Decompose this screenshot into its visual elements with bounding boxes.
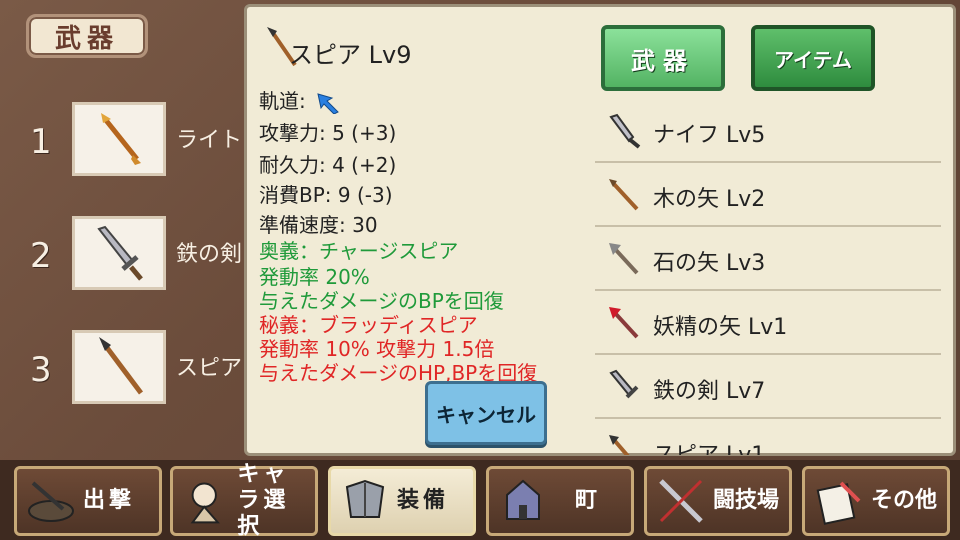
nav-arena[interactable]: 闘技場 — [644, 466, 792, 536]
list-item-name: 木の矢 Lv2 — [653, 187, 766, 212]
screen-title: 武器 — [26, 14, 148, 58]
sword-icon — [609, 369, 639, 399]
stat-prep-speed: 準備速度: 30 — [259, 213, 378, 237]
arrow-icon — [101, 113, 141, 165]
misc-icon — [816, 481, 861, 525]
armor-icon — [345, 479, 385, 518]
town-icon — [506, 479, 540, 520]
knife-icon — [609, 113, 641, 149]
list-item[interactable]: 石の矢 Lv3 — [595, 227, 941, 291]
weapon-name: スピア Lv9 — [289, 41, 412, 69]
trajectory-row: 軌道: — [259, 85, 340, 115]
bottom-navigation: 出撃 キャラ選択 装備 町 闘技場 その他 — [0, 460, 960, 540]
equipment-panel: スピア Lv9 軌道: 攻撃力: 5 (+3) 耐久力: 4 (+2) 消費BP… — [244, 4, 956, 456]
weapon-list[interactable]: ナイフ Lv5 木の矢 Lv2 石の矢 Lv3 妖精の矢 Lv1 鉄の剣 Lv7 — [595, 99, 941, 455]
stone-arrow-icon — [609, 243, 639, 275]
slot-icon-box[interactable] — [72, 216, 166, 290]
skill-ougi-name: 奥義：チャージスピア — [259, 239, 459, 263]
nav-equipment[interactable]: 装備 — [328, 466, 476, 536]
nav-label: 出撃 — [83, 488, 136, 513]
sortie-icon — [28, 481, 74, 522]
list-item[interactable]: 鉄の剣 Lv7 — [595, 355, 941, 419]
list-item[interactable]: 木の矢 Lv2 — [595, 163, 941, 227]
stat-bp-cost: 消費BP: 9 (-3) — [259, 183, 393, 207]
slot-number: 2 — [30, 236, 52, 276]
nav-character-select[interactable]: キャラ選択 — [170, 462, 318, 539]
cancel-button[interactable]: キャンセル — [425, 381, 547, 445]
stat-attack: 攻撃力: 5 (+3) — [259, 121, 397, 145]
slot-weapon-name: 鉄の剣 — [176, 242, 243, 267]
slot-icon-box[interactable] — [72, 330, 166, 404]
spear-icon — [609, 435, 630, 455]
fairy-arrow-icon — [609, 307, 639, 339]
nav-town[interactable]: 町 — [486, 466, 634, 536]
list-item-name: 石の矢 Lv3 — [653, 251, 766, 276]
list-item-name: 鉄の剣 Lv7 — [653, 379, 766, 404]
list-item-name: 妖精の矢 Lv1 — [653, 315, 788, 340]
character-icon — [190, 482, 220, 524]
nav-sortie[interactable]: 出撃 — [14, 466, 162, 536]
nav-label: 装備 — [397, 488, 450, 513]
nav-label: キャラ選択 — [237, 462, 290, 539]
list-item[interactable]: ナイフ Lv5 — [595, 99, 941, 163]
equip-slot-3[interactable]: 3 スピア — [0, 328, 250, 408]
list-item-name: スピア Lv1 — [653, 437, 765, 455]
list-item[interactable]: スピア Lv1 — [595, 419, 941, 455]
nav-label: 闘技場 — [713, 488, 780, 513]
list-item-name: ナイフ Lv5 — [653, 123, 766, 148]
slot-number: 1 — [30, 122, 52, 162]
slot-icon-box[interactable] — [72, 102, 166, 176]
sword-icon — [97, 225, 143, 281]
tab-weapon[interactable]: 武器 — [601, 25, 725, 91]
slot-number: 3 — [30, 350, 52, 390]
tab-item[interactable]: アイテム — [751, 25, 875, 91]
stat-durability: 耐久力: 4 (+2) — [259, 153, 397, 177]
trajectory-label: 軌道: — [259, 89, 306, 113]
slot-weapon-name: スピア — [176, 356, 243, 381]
spear-icon — [99, 337, 143, 395]
slot-weapon-name: ライト — [176, 128, 243, 153]
equip-slot-1[interactable]: 1 ライト — [0, 100, 250, 180]
nav-misc[interactable]: その他 — [802, 466, 950, 536]
equip-slot-2[interactable]: 2 鉄の剣 — [0, 214, 250, 294]
nav-label: その他 — [871, 488, 938, 513]
trajectory-arrow-icon — [317, 92, 339, 115]
list-item[interactable]: 妖精の矢 Lv1 — [595, 291, 941, 355]
arena-icon — [659, 479, 703, 523]
wood-arrow-icon — [609, 179, 639, 211]
nav-label: 町 — [575, 488, 602, 513]
